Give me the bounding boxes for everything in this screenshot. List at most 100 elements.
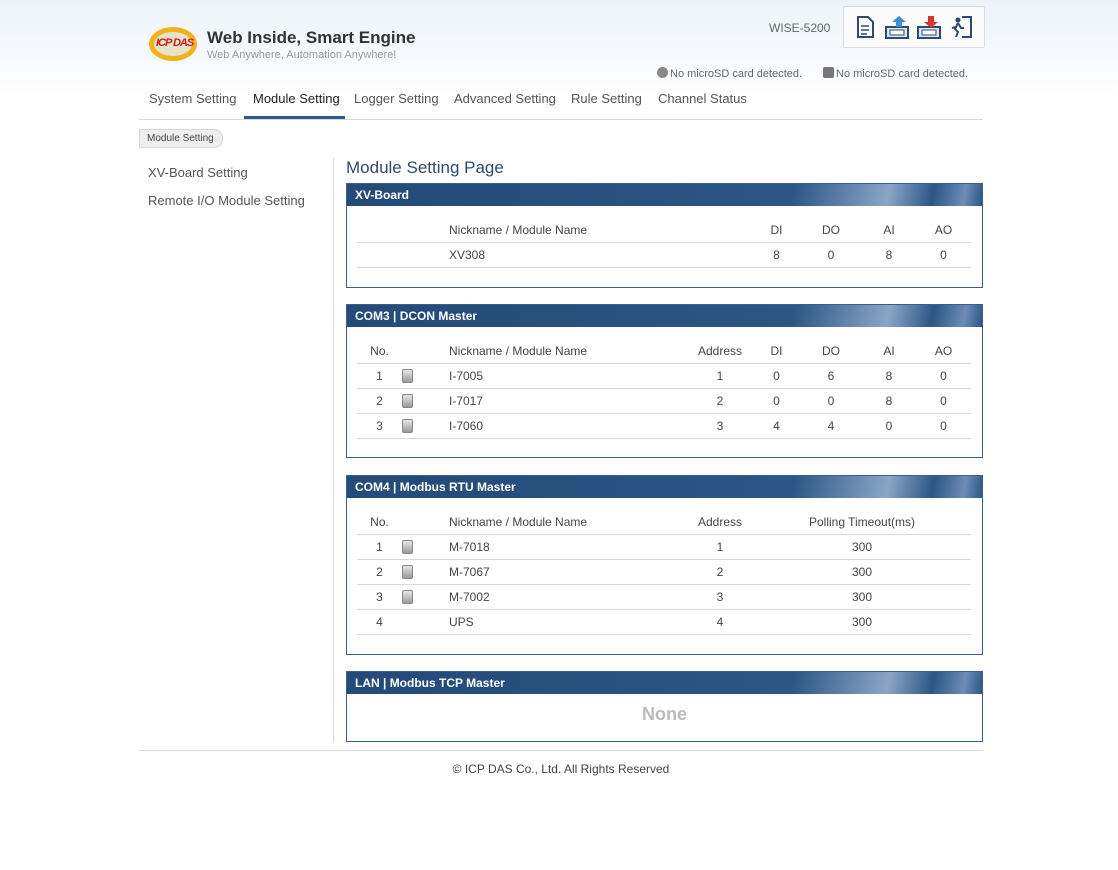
table-row[interactable]: 2 M-7067 2 300 <box>357 559 971 585</box>
row-number: 3 <box>357 413 402 439</box>
ai-count: 8 <box>862 363 916 389</box>
xv-board-table: Nickname / Module Name DI DO AI AO XV308… <box>357 218 971 268</box>
nav-module-setting[interactable]: Module Setting <box>253 91 340 106</box>
polling-timeout: 300 <box>753 584 971 610</box>
panel-title: XV-Board <box>347 184 982 206</box>
ao-count: 0 <box>916 363 971 389</box>
brand-subtitle: Web Anywhere, Automation Anywhere! <box>207 49 397 61</box>
table-row[interactable]: 1 M-7018 1 300 <box>357 534 971 560</box>
panel-title: COM4 | Modbus RTU Master <box>347 476 982 498</box>
table-row[interactable]: 4 UPS 4 300 <box>357 609 971 635</box>
col-header: AI <box>862 339 916 364</box>
row-number: 2 <box>357 388 402 414</box>
nav-rule-setting[interactable]: Rule Setting <box>571 91 642 106</box>
xv-board-panel: XV-Board Nickname / Module Name DI DO AI… <box>346 183 983 288</box>
address: 1 <box>687 363 753 389</box>
module-icon[interactable] <box>402 369 413 384</box>
page-title: Module Setting Page <box>346 158 504 177</box>
module-name: I-7005 <box>449 363 687 389</box>
ai-count: 8 <box>862 242 916 268</box>
lan-panel: LAN | Modbus TCP Master None <box>346 671 983 742</box>
com4-panel: COM4 | Modbus RTU Master No. Nickname / … <box>346 475 983 655</box>
nav-advanced-setting[interactable]: Advanced Setting <box>454 91 556 106</box>
module-icon[interactable] <box>402 394 413 409</box>
logout-icon[interactable] <box>948 14 974 40</box>
breadcrumb[interactable]: Module Setting <box>139 129 223 148</box>
nav-system-setting[interactable]: System Setting <box>149 91 236 106</box>
panel-title: COM3 | DCON Master <box>347 305 982 327</box>
ao-count: 0 <box>916 413 971 439</box>
divider <box>333 158 334 742</box>
sd-card-icon <box>823 67 834 78</box>
di-count: 0 <box>753 363 800 389</box>
document-icon[interactable] <box>852 14 878 40</box>
row-number: 2 <box>357 559 402 585</box>
do-count: 4 <box>800 413 862 439</box>
logo-image: ICP DAS <box>147 20 199 64</box>
do-count: 0 <box>800 242 862 268</box>
com3-table: No. Nickname / Module Name Address DI DO… <box>357 339 971 439</box>
do-count: 6 <box>800 363 862 389</box>
row-number: 3 <box>357 584 402 610</box>
sd-status-1: No microSD card detected. <box>657 67 802 80</box>
sidebar-item-remote-io[interactable]: Remote I/O Module Setting <box>148 193 305 208</box>
col-header: DI <box>753 339 800 364</box>
nav-active-indicator <box>244 116 345 119</box>
table-header-row: No. Nickname / Module Name Address DI DO… <box>357 339 971 364</box>
module-name: I-7017 <box>449 388 687 414</box>
polling-timeout: 300 <box>753 559 971 585</box>
col-header: Nickname / Module Name <box>449 218 753 243</box>
row-number: 1 <box>357 363 402 389</box>
di-count: 0 <box>753 388 800 414</box>
col-header: Address <box>687 510 753 535</box>
table-row[interactable]: 3 I-7060 3 4 4 0 0 <box>357 413 971 439</box>
ao-count: 0 <box>916 242 971 268</box>
col-header: Nickname / Module Name <box>449 510 687 535</box>
ai-count: 8 <box>862 388 916 414</box>
module-icon[interactable] <box>402 540 413 555</box>
table-header-row: No. Nickname / Module Name Address Polli… <box>357 510 971 535</box>
address: 4 <box>687 609 753 635</box>
com4-table: No. Nickname / Module Name Address Polli… <box>357 510 971 635</box>
nav-logger-setting[interactable]: Logger Setting <box>354 91 439 106</box>
col-header: No. <box>357 339 402 364</box>
nav-channel-status[interactable]: Channel Status <box>658 91 747 106</box>
com3-panel: COM3 | DCON Master No. Nickname / Module… <box>346 304 983 458</box>
di-count: 8 <box>753 242 800 268</box>
logo-text: ICP DAS <box>156 37 194 49</box>
toolbar <box>843 6 985 48</box>
table-row[interactable]: 2 I-7017 2 0 0 8 0 <box>357 388 971 414</box>
col-header: AO <box>916 339 971 364</box>
ao-count: 0 <box>916 388 971 414</box>
ai-count: 0 <box>862 413 916 439</box>
sidebar-item-xv-board[interactable]: XV-Board Setting <box>148 165 305 180</box>
do-count: 0 <box>800 388 862 414</box>
module-name: M-7002 <box>449 584 687 610</box>
module-icon[interactable] <box>402 565 413 580</box>
col-header: AO <box>916 218 971 243</box>
table-row[interactable]: 1 I-7005 1 0 6 8 0 <box>357 363 971 389</box>
main-nav: System Setting Module Setting Logger Set… <box>139 90 983 120</box>
empty-state-text: None <box>642 704 687 724</box>
upload-icon[interactable] <box>884 14 910 40</box>
footer-divider <box>139 750 983 751</box>
module-name: XV308 <box>449 242 753 268</box>
module-name: UPS <box>449 609 687 635</box>
polling-timeout: 300 <box>753 609 971 635</box>
row-number: 1 <box>357 534 402 560</box>
col-header: Address <box>687 339 753 364</box>
address: 2 <box>687 559 753 585</box>
col-header: DI <box>753 218 800 243</box>
table-header-row: Nickname / Module Name DI DO AI AO <box>357 218 971 243</box>
panel-title: LAN | Modbus TCP Master <box>347 672 982 694</box>
address: 2 <box>687 388 753 414</box>
footer-copyright: © ICP DAS Co., Ltd. All Rights Reserved <box>452 762 670 776</box>
download-icon[interactable] <box>916 14 942 40</box>
table-row[interactable]: 3 M-7002 3 300 <box>357 584 971 610</box>
table-row[interactable]: XV308 8 0 8 0 <box>357 242 971 268</box>
module-icon[interactable] <box>402 419 413 434</box>
address: 3 <box>687 584 753 610</box>
col-header: DO <box>800 339 862 364</box>
module-icon[interactable] <box>402 590 413 605</box>
sd-card-icon <box>657 67 668 78</box>
